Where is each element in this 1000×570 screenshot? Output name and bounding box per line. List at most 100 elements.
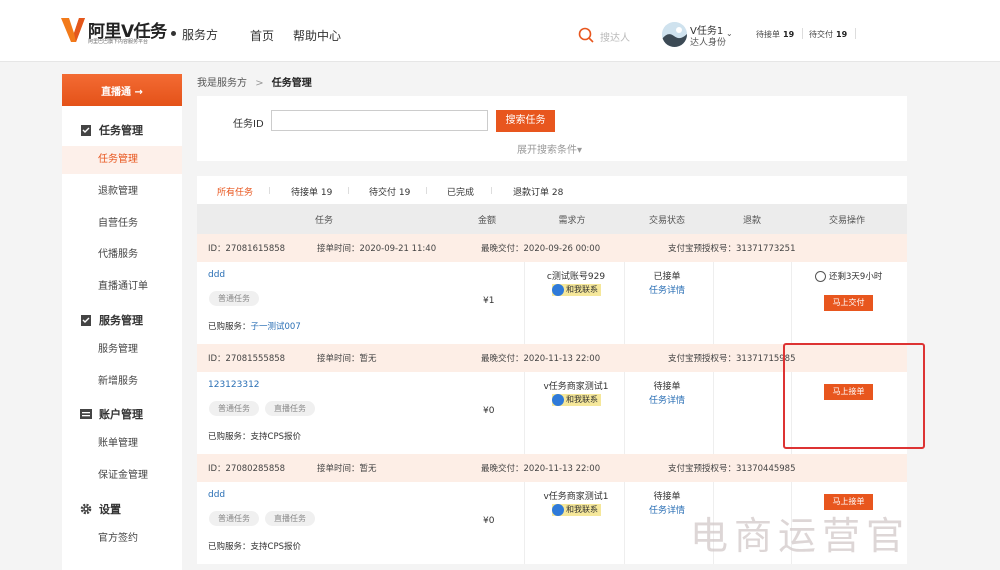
trade-status: 待接单 — [653, 492, 681, 502]
alipay-auth: 支付宝预授权号：31371715985 — [668, 354, 796, 364]
divider — [491, 187, 492, 194]
gear-icon — [80, 503, 92, 515]
logo-dot — [171, 31, 176, 36]
deadline: 最晚交付：2020-11-13 22:00 — [481, 354, 601, 364]
tab-refund-orders[interactable]: 退款订单 28 — [513, 185, 563, 198]
chat-icon — [552, 504, 564, 516]
clock-icon — [815, 270, 826, 282]
remaining-time: 还剩3天9小时 — [815, 270, 882, 282]
tab-completed[interactable]: 已完成 — [447, 185, 474, 198]
divider — [524, 262, 525, 344]
contact-label: 和我联系 — [566, 395, 598, 404]
avatar[interactable] — [662, 22, 687, 47]
section-title: 服务管理 — [99, 314, 143, 327]
demander-name: c测试账号929 — [546, 272, 606, 282]
contact-label: 和我联系 — [566, 505, 598, 514]
logo[interactable]: 阿里V任务 阿里巴巴旗下内容服务平台 — [60, 16, 178, 48]
bought-service-value: 支持CPS报价 — [250, 542, 301, 552]
contact-me-button[interactable]: 和我联系 — [552, 284, 601, 296]
sidebar-item-proxy-broadcast[interactable]: 代播服务 — [62, 241, 182, 269]
stat-value: 19 — [783, 30, 795, 39]
contact-me-button[interactable]: 和我联系 — [552, 504, 601, 516]
divider — [624, 262, 625, 344]
sidebar-item-live-orders[interactable]: 直播通订单 — [62, 273, 182, 301]
order-id: ID：27080285858 — [208, 464, 286, 474]
amount: ¥0 — [483, 516, 495, 526]
column-header: 需求方 — [558, 216, 586, 226]
accept-time: 接单时间：暂无 — [317, 464, 377, 474]
v-logo-icon — [61, 18, 85, 42]
tab-pending-accept[interactable]: 待接单 19 — [291, 185, 332, 198]
sidebar-item-official-signing[interactable]: 官方签约 — [62, 525, 182, 553]
search-task-button[interactable]: 搜索任务 — [496, 110, 555, 132]
task-tag: 直播任务 — [265, 511, 315, 526]
breadcrumb-parent[interactable]: 我是服务方 — [197, 78, 247, 89]
sidebar-item-bill-management[interactable]: 账单管理 — [62, 430, 182, 458]
task-detail-link[interactable]: 任务详情 — [637, 503, 697, 516]
task-id-input[interactable] — [271, 110, 488, 131]
tab-all-tasks[interactable]: 所有任务 — [217, 185, 253, 198]
section-title: 任务管理 — [99, 124, 143, 137]
clipboard-icon — [81, 315, 91, 326]
table-header: 任务 金额 需求方 交易状态 退款 交易操作 — [197, 204, 907, 234]
pending-deliver-stat[interactable]: 待交付 19 — [809, 29, 847, 40]
divider — [624, 482, 625, 564]
top-header: 阿里V任务 阿里巴巴旗下内容服务平台 服务方 首页 帮助中心 搜达人 V任务1 … — [0, 0, 1000, 62]
divider — [802, 28, 803, 39]
sidebar: 直播通 → 任务管理 任务管理 退款管理 自营任务 代播服务 直播通订单 服务管… — [62, 74, 182, 570]
account-icon — [80, 409, 92, 419]
expand-filters-link[interactable]: 展开搜索条件▾ — [517, 141, 582, 156]
sidebar-item-task-management[interactable]: 任务管理 — [62, 146, 182, 174]
sidebar-section-settings[interactable]: 设置 — [80, 501, 121, 517]
search-icon[interactable] — [578, 27, 594, 43]
column-header: 交易操作 — [828, 216, 866, 226]
talent-search-input[interactable]: 搜达人 — [600, 29, 630, 44]
chevron-down-icon[interactable]: ⌄ — [726, 29, 733, 38]
deliver-now-button[interactable]: 马上交付 — [824, 295, 873, 311]
chat-icon — [552, 394, 564, 406]
column-header: 任务 — [314, 216, 334, 226]
bought-service: 已购服务：支持CPS报价 — [208, 540, 301, 552]
clipboard-icon — [81, 125, 91, 136]
contact-me-button[interactable]: 和我联系 — [552, 394, 601, 406]
sidebar-item-add-service[interactable]: 新增服务 — [62, 368, 182, 396]
sidebar-section-account-management[interactable]: 账户管理 — [80, 406, 143, 422]
sidebar-section-task-management[interactable]: 任务管理 — [80, 122, 143, 138]
tab-pending-deliver[interactable]: 待交付 19 — [369, 185, 410, 198]
pending-accept-stat[interactable]: 待接单 19 — [756, 29, 794, 40]
nav-home[interactable]: 首页 — [250, 27, 274, 44]
divider — [524, 372, 525, 454]
deadline: 最晚交付：2020-11-13 22:00 — [481, 464, 601, 474]
breadcrumb-current: 任务管理 — [271, 78, 312, 89]
nav-help-center[interactable]: 帮助中心 — [293, 27, 341, 44]
task-tag: 普通任务 — [209, 511, 259, 526]
task-tag: 普通任务 — [209, 401, 259, 416]
sidebar-section-service-management[interactable]: 服务管理 — [80, 312, 143, 328]
task-detail-link[interactable]: 任务详情 — [637, 283, 697, 296]
divider — [624, 372, 625, 454]
trade-status: 已接单 — [653, 272, 681, 282]
task-detail-link[interactable]: 任务详情 — [637, 393, 697, 406]
divider — [713, 262, 714, 344]
order-id: ID：27081555858 — [208, 354, 286, 364]
avatar-image-icon — [662, 22, 687, 47]
section-title: 账户管理 — [99, 408, 143, 421]
sidebar-item-service-management[interactable]: 服务管理 — [62, 336, 182, 364]
task-title-link[interactable]: ddd — [208, 490, 225, 500]
task-title-link[interactable]: ddd — [208, 270, 225, 280]
demander-name: v任务商家测试1 — [543, 382, 609, 392]
contact-label: 和我联系 — [566, 285, 598, 294]
sidebar-item-refund-management[interactable]: 退款管理 — [62, 178, 182, 206]
column-header: 退款 — [742, 216, 762, 226]
live-broadcast-button[interactable]: 直播通 → — [62, 74, 182, 106]
divider — [855, 28, 856, 39]
order-header: ID：27081615858 接单时间：2020-09-21 11:40 最晚交… — [197, 234, 907, 262]
bought-service-link[interactable]: 子一测试007 — [251, 322, 301, 332]
accept-time: 接单时间：暂无 — [317, 354, 377, 364]
bought-service-value: 支持CPS报价 — [250, 432, 301, 442]
divider — [348, 187, 349, 194]
task-id-label: 任务ID — [233, 119, 264, 130]
sidebar-item-deposit-management[interactable]: 保证金管理 — [62, 462, 182, 490]
sidebar-item-self-tasks[interactable]: 自营任务 — [62, 210, 182, 238]
task-title-link[interactable]: 123123312 — [208, 380, 260, 390]
